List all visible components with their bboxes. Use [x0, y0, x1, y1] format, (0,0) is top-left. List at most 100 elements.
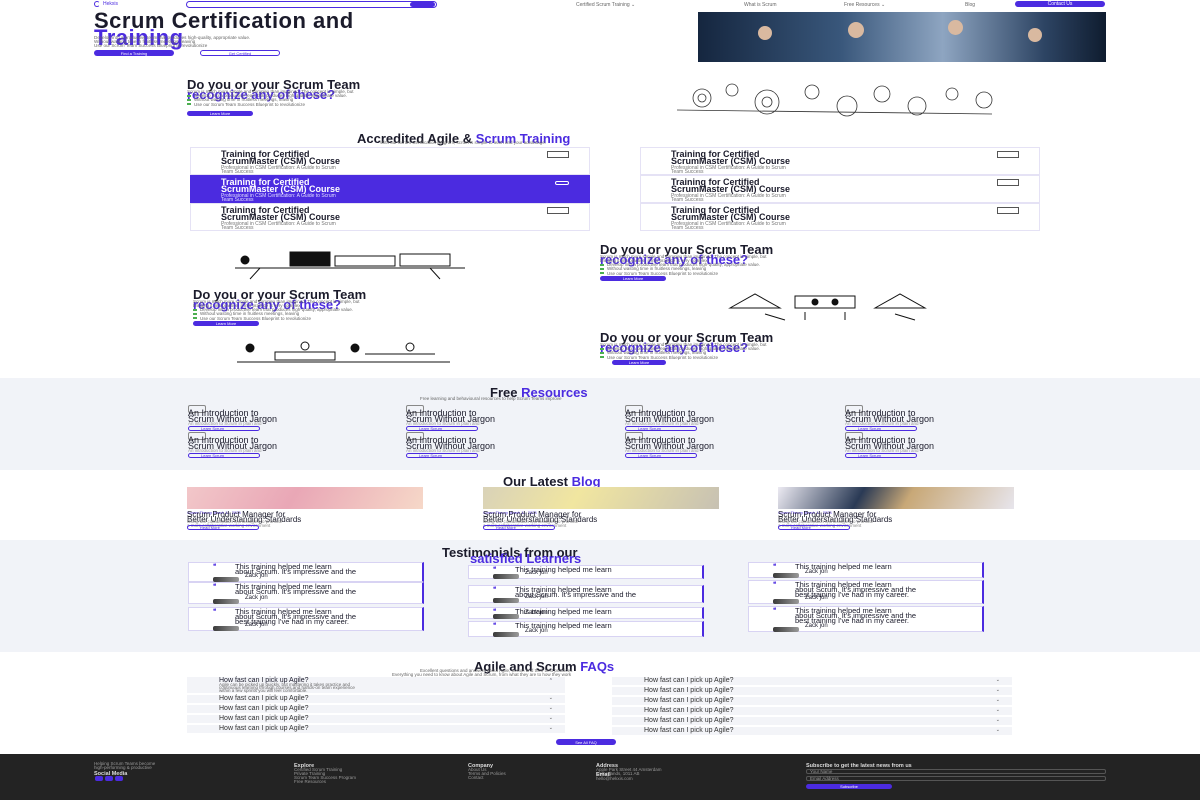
- faq-item[interactable]: How fast can I pick up Agile? ⌄: [612, 707, 1012, 715]
- twitter-icon[interactable]: [105, 776, 113, 781]
- faq-item-open[interactable]: How fast can I pick up Agile? ⌃ Agile ca…: [187, 677, 565, 693]
- quote-icon: ❝: [213, 584, 217, 590]
- faq-item[interactable]: How fast can I pick up Agile? ⌄: [612, 727, 1012, 735]
- testimonial-name: Zack jon: [525, 594, 548, 600]
- testimonial-quote: This training helped me learn about Scrum…: [235, 582, 357, 596]
- learn-scrum-button[interactable]: Learn Scrum: [845, 426, 917, 431]
- chevron-down-icon: ⌄: [995, 717, 1000, 723]
- get-certified-button[interactable]: Get Certified: [200, 50, 280, 56]
- check-icon: [600, 347, 604, 350]
- facebook-icon[interactable]: [95, 776, 103, 781]
- faq-item[interactable]: How fast can I pick up Agile? ⌄: [187, 725, 565, 733]
- newsletter-email-input[interactable]: Email Address: [806, 776, 1106, 781]
- logo-icon: [94, 1, 100, 7]
- read-more-button[interactable]: Read More: [187, 525, 259, 530]
- chevron-down-icon: ⌄: [548, 715, 553, 721]
- blog-card[interactable]: Scrum Theory March 11, 2023 Scrum Product…: [778, 487, 1014, 530]
- testimonials-title: Testimonials from our satisfied Learners: [442, 545, 582, 566]
- brand-logo[interactable]: Hekxis: [94, 1, 118, 7]
- subscribe-button[interactable]: Subscribe: [806, 784, 892, 789]
- blog-card[interactable]: Scrum Theory March 11, 2023 Scrum Product…: [187, 487, 423, 530]
- hero-bullet: Use our Scrum Team Success Blueprint to …: [94, 43, 208, 48]
- faq-item[interactable]: How fast can I pick up Agile? ⌄: [612, 717, 1012, 725]
- nav-free-resources[interactable]: Free Resources ⌄: [844, 2, 885, 8]
- faq-item[interactable]: How fast can I pick up Agile? ⌄: [187, 695, 565, 703]
- testimonial-name: Zack jon: [245, 573, 268, 579]
- read-more-button[interactable]: Read More: [483, 525, 555, 530]
- blog-image: [483, 487, 719, 509]
- learn-scrum-button[interactable]: Learn Scrum: [406, 426, 478, 431]
- faq-item[interactable]: How fast can I pick up Agile? ⌄: [612, 697, 1012, 705]
- chevron-down-icon: ⌄: [995, 697, 1000, 703]
- quote-icon: ❝: [773, 582, 777, 588]
- resource-card: An Introduction to Scrum Without Jargon An…: [625, 405, 785, 431]
- resource-card: An Introduction to Scrum Without Jargon An…: [406, 405, 566, 431]
- check-icon: [600, 352, 604, 355]
- check-icon: [600, 272, 604, 275]
- learn-more-button[interactable]: Learn More: [193, 321, 259, 326]
- training-card[interactable]: Training for Certified ScrumMaster (CSM) …: [640, 203, 1040, 231]
- resource-card: An Introduction to Scrum Without Jargon An…: [625, 432, 785, 458]
- meeting-sketch-illustration: [728, 293, 927, 321]
- training-subtitle: With our Scrum Certification program, sc…: [380, 140, 547, 145]
- learn-more-button[interactable]: Learn More: [187, 111, 253, 116]
- resources-section: [0, 378, 1200, 470]
- testimonial-name: Zack jon: [245, 622, 268, 628]
- chevron-down-icon: ⌄: [548, 695, 553, 701]
- nav-blog[interactable]: Blog: [965, 2, 975, 8]
- read-more-button[interactable]: Read More: [778, 525, 850, 530]
- linkedin-icon[interactable]: [115, 776, 123, 781]
- faq-item[interactable]: How fast can I pick up Agile? ⌄: [187, 715, 565, 723]
- search-input[interactable]: [186, 1, 437, 8]
- training-card[interactable]: Training for Certified ScrumMaster (CSM) …: [190, 147, 590, 175]
- training-card-title: Training for Certified ScrumMaster (CSM) …: [221, 177, 341, 194]
- newsletter-name-input[interactable]: Your Name: [806, 769, 1106, 774]
- learn-scrum-button[interactable]: Learn Scrum: [188, 426, 260, 431]
- learn-more-button[interactable]: Learn More: [600, 276, 666, 281]
- quote-icon: ❝: [493, 623, 497, 629]
- learn-scrum-button[interactable]: Learn Scrum: [625, 453, 697, 458]
- faq-item[interactable]: How fast can I pick up Agile? ⌄: [612, 677, 1012, 685]
- footer-link[interactable]: Free Resources: [294, 779, 326, 784]
- learn-more-button[interactable]: Learn More: [612, 360, 666, 365]
- faq-question: How fast can I pick up Agile?: [219, 715, 309, 722]
- resource-desc: An introduction to Scrum in plain and: [845, 448, 919, 453]
- training-card[interactable]: Training for Certified ScrumMaster (CSM) …: [190, 175, 590, 203]
- avatar: [213, 599, 239, 604]
- testimonial-name: Zack jon: [805, 595, 828, 601]
- footer-email[interactable]: hello@hekxis.com: [596, 776, 633, 781]
- training-card[interactable]: Training for Certified ScrumMaster (CSM) …: [640, 147, 1040, 175]
- learn-scrum-button[interactable]: Learn Scrum: [625, 426, 697, 431]
- nav-what-is-scrum[interactable]: What is Scrum: [744, 2, 777, 8]
- ask-block-2: Do you or your Scrum Team recognize any …: [600, 242, 774, 281]
- chevron-down-icon: ⌄: [995, 727, 1000, 733]
- testimonial-card: ❝ This training helped me learn Zack jon: [468, 621, 704, 637]
- footer-link[interactable]: Contact: [468, 775, 484, 780]
- training-card-desc: Professional in CSM Certification: A Gui…: [221, 193, 336, 203]
- learn-scrum-button[interactable]: Learn Scrum: [845, 453, 917, 458]
- quote-icon: ❝: [213, 609, 217, 615]
- faq-question: How fast can I pick up Agile?: [644, 677, 734, 684]
- learn-scrum-button[interactable]: Learn Scrum: [406, 453, 478, 458]
- nav-certified-training[interactable]: Certified Scrum Training ⌄: [576, 2, 635, 8]
- learn-scrum-button[interactable]: Learn Scrum: [188, 453, 260, 458]
- see-all-faq-button[interactable]: See All FAQ: [556, 739, 616, 745]
- find-training-button[interactable]: Find a Training: [94, 50, 174, 56]
- training-card-desc: Professional in CSM Certification: A Gui…: [671, 193, 786, 203]
- testimonial-name: Zack jon: [525, 610, 548, 616]
- search-button[interactable]: [410, 2, 435, 7]
- blog-image: [778, 487, 1014, 509]
- training-card[interactable]: Training for Certified ScrumMaster (CSM) …: [190, 203, 590, 231]
- certificate-icon: [997, 151, 1019, 158]
- avatar: [493, 574, 519, 579]
- avatar: [493, 632, 519, 637]
- faq-item[interactable]: How fast can I pick up Agile? ⌄: [187, 705, 565, 713]
- faq-question: How fast can I pick up Agile?: [644, 727, 734, 734]
- contact-us-button[interactable]: Contact Us: [1015, 1, 1105, 7]
- training-card[interactable]: Training for Certified ScrumMaster (CSM) …: [640, 175, 1040, 203]
- blog-card[interactable]: Scrum Theory March 11, 2023 Scrum Product…: [483, 487, 719, 530]
- faq-question: How fast can I pick up Agile?: [644, 717, 734, 724]
- faq-item[interactable]: How fast can I pick up Agile? ⌄: [612, 687, 1012, 695]
- quote-icon: ❝: [773, 608, 777, 614]
- check-icon: [600, 263, 604, 266]
